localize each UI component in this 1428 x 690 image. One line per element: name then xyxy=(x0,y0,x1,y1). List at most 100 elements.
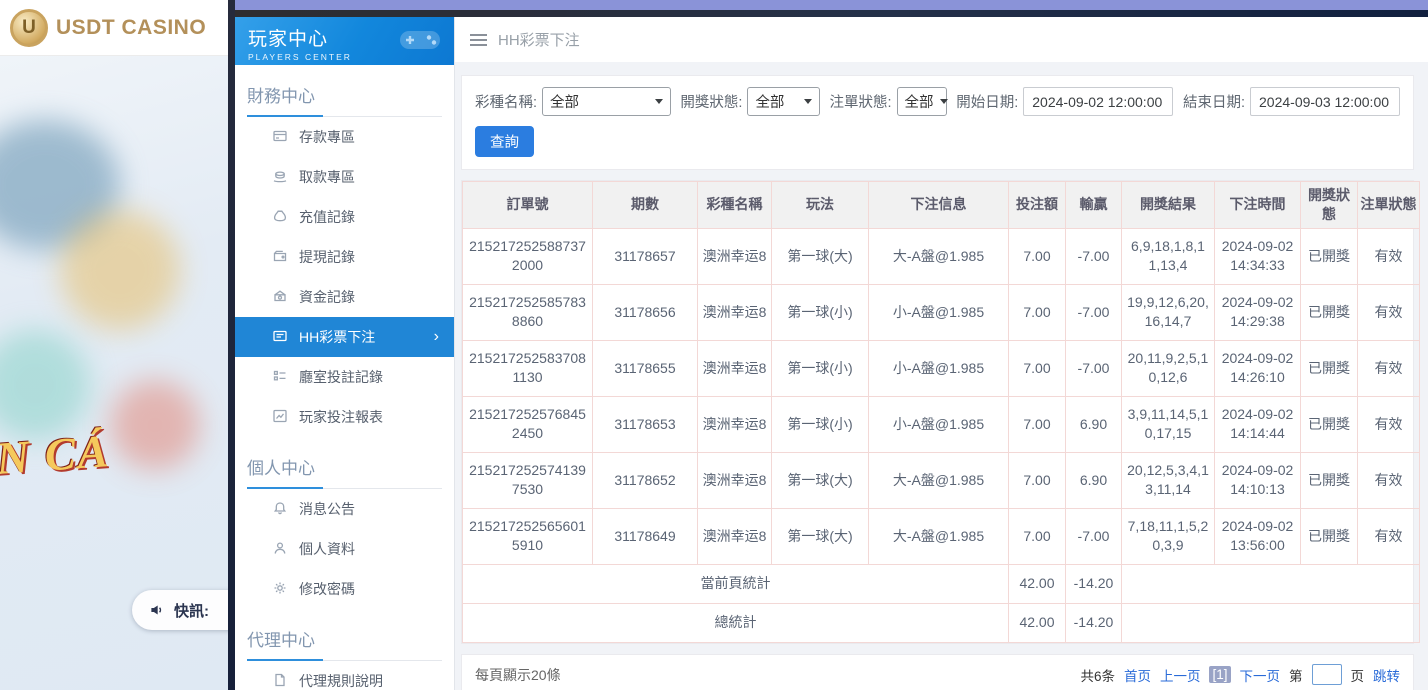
sidebar-header: 玩家中心 PLAYERS CENTER xyxy=(235,17,454,65)
end-date-input[interactable] xyxy=(1250,87,1400,116)
lottery-name-select[interactable]: 全部 xyxy=(542,87,671,116)
deposit-card-icon xyxy=(272,128,288,147)
first-page-link[interactable]: 首页 xyxy=(1124,665,1151,685)
sidebar-item[interactable]: 取款專區 xyxy=(235,157,454,197)
column-header: 注單狀態 xyxy=(1358,182,1420,229)
top-strip-purple xyxy=(235,0,1428,10)
sidebar-item[interactable]: 修改密碼 xyxy=(235,569,454,609)
sidebar-item[interactable]: 個人資料 xyxy=(235,529,454,569)
player-report-icon xyxy=(272,408,288,427)
cell-bet-time: 2024-09-02 14:26:10 xyxy=(1215,340,1301,396)
bets-table: 訂單號期數彩種名稱玩法下注信息投注額輸贏開獎結果下注時間開獎狀態注單狀態 215… xyxy=(462,181,1420,643)
cell-bet-info: 小-A盤@1.985 xyxy=(869,396,1009,452)
brand-name: USDT CASINO xyxy=(56,16,206,40)
sidebar-item-label: 資金記錄 xyxy=(299,287,355,307)
promo-art-panel: U USDT CASINO N CÁ 快訊: xyxy=(0,0,228,690)
column-header: 下注時間 xyxy=(1215,182,1301,229)
table-body: 215217252588737200031178657澳洲幸运8第一球(大)大-… xyxy=(463,228,1420,564)
sidebar-item-label: 個人資料 xyxy=(299,539,355,559)
search-button[interactable]: 查詢 xyxy=(475,126,534,157)
sidebar-item-label: 修改密碼 xyxy=(299,579,355,599)
sidebar-item-label: 充值記錄 xyxy=(299,207,355,227)
cell-bet-info: 小-A盤@1.985 xyxy=(869,340,1009,396)
table-row: 215217252574139753031178652澳洲幸运8第一球(大)大-… xyxy=(463,452,1420,508)
cell-draw-result: 20,11,9,2,5,10,12,6 xyxy=(1122,340,1215,396)
sidebar-item-label: 存款專區 xyxy=(299,127,355,147)
table-row: 215217252583708113031178655澳洲幸运8第一球(小)小-… xyxy=(463,340,1420,396)
column-header: 彩種名稱 xyxy=(698,182,772,229)
brand-logo-letter: U xyxy=(22,17,36,39)
recharge-moneybag-icon xyxy=(272,208,288,227)
order-status-select[interactable]: 全部 xyxy=(897,87,947,116)
sidebar-item-label: 消息公告 xyxy=(299,499,355,519)
art-blob xyxy=(60,210,180,330)
sidebar-item[interactable]: 存款專區 xyxy=(235,117,454,157)
password-gear-icon xyxy=(272,580,288,599)
column-header: 輸贏 xyxy=(1066,182,1122,229)
next-page-link[interactable]: 下一页 xyxy=(1240,665,1281,685)
chevron-down-icon xyxy=(940,99,948,104)
sidebar-section-title: 財務中心 xyxy=(247,82,442,117)
art-blob xyxy=(0,330,90,440)
per-page-label: 每頁顯示20條 xyxy=(475,665,561,685)
cell-bet-amount: 7.00 xyxy=(1009,228,1066,284)
total-count: 共6条 xyxy=(1080,665,1115,685)
sidebar-item-label: 取款專區 xyxy=(299,167,355,187)
cell-order-status: 有效 xyxy=(1358,396,1420,452)
column-header: 投注額 xyxy=(1009,182,1066,229)
top-strip-dark xyxy=(235,10,1428,17)
cell-draw-result: 7,18,11,1,5,20,3,9 xyxy=(1122,508,1215,564)
total-stats-empty xyxy=(1122,603,1420,642)
start-date-input[interactable] xyxy=(1023,87,1173,116)
sidebar-item-label: 廳室投註記錄 xyxy=(299,367,383,387)
draw-status-select[interactable]: 全部 xyxy=(747,87,819,116)
sidebar-item[interactable]: 充值記錄 xyxy=(235,197,454,237)
sidebar-item[interactable]: 消息公告 xyxy=(235,489,454,529)
cell-win-loss: 6.90 xyxy=(1066,396,1122,452)
cell-period: 31178657 xyxy=(593,228,698,284)
cell-win-loss: -7.00 xyxy=(1066,340,1122,396)
cell-draw-result: 19,9,12,6,20,16,14,7 xyxy=(1122,284,1215,340)
cell-period: 31178655 xyxy=(593,340,698,396)
cell-draw-status: 已開獎 xyxy=(1301,508,1358,564)
main: HH彩票下注 彩種名稱: 全部 開獎狀態: xyxy=(455,17,1428,690)
cell-period: 31178656 xyxy=(593,284,698,340)
profile-user-icon xyxy=(272,540,288,559)
withdraw-hand-icon xyxy=(272,168,288,187)
sidebar-item[interactable]: 廳室投註記錄 xyxy=(235,357,454,397)
cell-lottery-name: 澳洲幸运8 xyxy=(698,340,772,396)
page-stats-row: 當前頁統計 42.00 -14.20 xyxy=(463,564,1420,603)
draw-status-label: 開獎狀態: xyxy=(680,91,742,112)
cell-bet-info: 小-A盤@1.985 xyxy=(869,284,1009,340)
cell-draw-result: 20,12,5,3,4,13,11,14 xyxy=(1122,452,1215,508)
hamburger-menu-icon[interactable] xyxy=(470,34,487,46)
cell-order-status: 有效 xyxy=(1358,508,1420,564)
table-row: 215217252576845245031178653澳洲幸运8第一球(小)小-… xyxy=(463,396,1420,452)
cell-bet-amount: 7.00 xyxy=(1009,284,1066,340)
cell-order-no: 2152172525857838860 xyxy=(463,284,593,340)
sidebar-item[interactable]: 資金記錄 xyxy=(235,277,454,317)
cell-lottery-name: 澳洲幸运8 xyxy=(698,228,772,284)
cell-draw-status: 已開獎 xyxy=(1301,228,1358,284)
sidebar-item-label: 玩家投注報表 xyxy=(299,407,383,427)
jump-button[interactable]: 跳转 xyxy=(1373,665,1400,685)
room-records-icon xyxy=(272,368,288,387)
total-stats-label: 總統計 xyxy=(463,603,1009,642)
cell-lottery-name: 澳洲幸运8 xyxy=(698,508,772,564)
page-jump-input[interactable] xyxy=(1312,664,1342,685)
sidebar-item[interactable]: 提現記錄 xyxy=(235,237,454,277)
sidebar-item[interactable]: 玩家投注報表 xyxy=(235,397,454,437)
bets-table-panel: 訂單號期數彩種名稱玩法下注信息投注額輸贏開獎結果下注時間開獎狀態注單狀態 215… xyxy=(461,180,1414,644)
current-page-badge: [1] xyxy=(1209,666,1230,683)
pager: 共6条 首页 上一页 [1] 下一页 第 页 跳转 xyxy=(1080,664,1400,685)
order-status-label: 注單狀態: xyxy=(829,91,891,112)
cell-bet-amount: 7.00 xyxy=(1009,508,1066,564)
cell-draw-status: 已開獎 xyxy=(1301,340,1358,396)
sidebar-item[interactable]: HH彩票下注› xyxy=(235,317,454,357)
sidebar-item[interactable]: 代理規則說明 xyxy=(235,661,454,690)
prev-page-link[interactable]: 上一页 xyxy=(1160,665,1201,685)
cell-bet-time: 2024-09-02 14:34:33 xyxy=(1215,228,1301,284)
pagination-panel: 每頁顯示20條 共6条 首页 上一页 [1] 下一页 第 页 跳转 xyxy=(461,654,1414,690)
page-stats-bet: 42.00 xyxy=(1009,564,1066,603)
cell-bet-info: 大-A盤@1.985 xyxy=(869,508,1009,564)
